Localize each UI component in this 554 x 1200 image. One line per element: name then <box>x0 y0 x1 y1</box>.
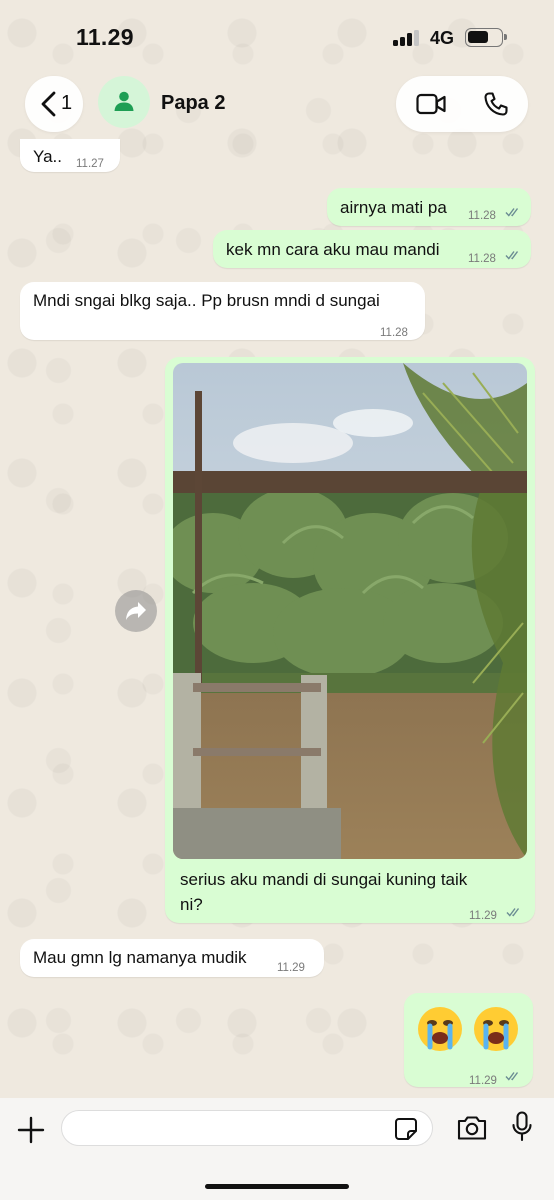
composer-bar <box>0 1098 554 1200</box>
microphone-icon[interactable] <box>511 1111 533 1143</box>
crying-face-icon <box>418 1007 462 1051</box>
message-in[interactable]: Ya.. 11.27 <box>20 139 120 172</box>
message-out[interactable]: kek mn cara aku mau mandi 11.28 <box>213 230 531 268</box>
forward-icon <box>126 602 146 620</box>
message-text: Mau gmn lg namanya mudik <box>33 948 247 967</box>
forward-button[interactable] <box>115 590 157 632</box>
message-time: 11.28 <box>380 327 408 339</box>
video-call-icon[interactable] <box>416 93 446 115</box>
home-indicator <box>205 1184 349 1189</box>
message-time: 11.29 <box>277 962 305 974</box>
phone-icon[interactable] <box>483 91 509 117</box>
plus-icon[interactable] <box>17 1116 45 1144</box>
message-in[interactable]: Mau gmn lg namanya mudik 11.29 <box>20 939 324 977</box>
message-input[interactable] <box>61 1110 433 1146</box>
emoji-message[interactable]: 11.29 <box>404 993 533 1087</box>
message-text: Ya.. <box>33 147 62 166</box>
contact-info[interactable]: Papa 2 <box>98 76 388 132</box>
status-bar: 11.29 4G <box>0 0 554 70</box>
image-caption-line1: serius aku mandi di sungai kuning taik <box>180 870 468 889</box>
sticker-icon[interactable] <box>394 1117 418 1141</box>
message-time: 11.28 <box>468 210 496 222</box>
status-time: 11.29 <box>76 24 134 50</box>
message-in[interactable]: Mndi sngai blkg saja.. Pp brusn mndi d s… <box>20 282 425 340</box>
call-actions <box>396 76 528 132</box>
signal-icon <box>393 30 423 46</box>
message-time: 11.29 <box>469 1075 497 1087</box>
message-text: Mndi sngai blkg saja.. Pp brusn mndi d s… <box>33 291 380 310</box>
message-time: 11.28 <box>468 253 496 265</box>
camera-icon[interactable] <box>456 1115 488 1141</box>
network-type: 4G <box>430 28 455 48</box>
read-receipt-icon <box>505 1072 519 1081</box>
message-time: 11.27 <box>76 158 104 170</box>
message-out[interactable]: airnya mati pa 11.28 <box>327 188 531 226</box>
back-button[interactable]: 1 <box>25 76 83 132</box>
read-receipt-icon <box>505 251 519 260</box>
read-receipt-icon <box>506 908 520 917</box>
river-photo[interactable] <box>173 363 527 859</box>
back-chevron-icon <box>41 91 56 117</box>
person-icon <box>114 91 134 111</box>
image-message[interactable]: serius aku mandi di sungai kuning taik n… <box>165 357 535 923</box>
message-text: kek mn cara aku mau mandi <box>226 240 440 259</box>
read-receipt-icon <box>505 208 519 217</box>
battery-icon <box>465 28 507 47</box>
message-text: airnya mati pa <box>340 198 447 217</box>
image-caption-line2: ni? <box>180 895 203 914</box>
contact-name: Papa 2 <box>161 92 226 114</box>
unread-count: 1 <box>61 92 73 114</box>
avatar[interactable] <box>98 76 150 128</box>
crying-face-emoji-pair <box>416 1005 526 1055</box>
message-time: 11.29 <box>469 910 497 922</box>
crying-face-icon <box>474 1007 518 1051</box>
